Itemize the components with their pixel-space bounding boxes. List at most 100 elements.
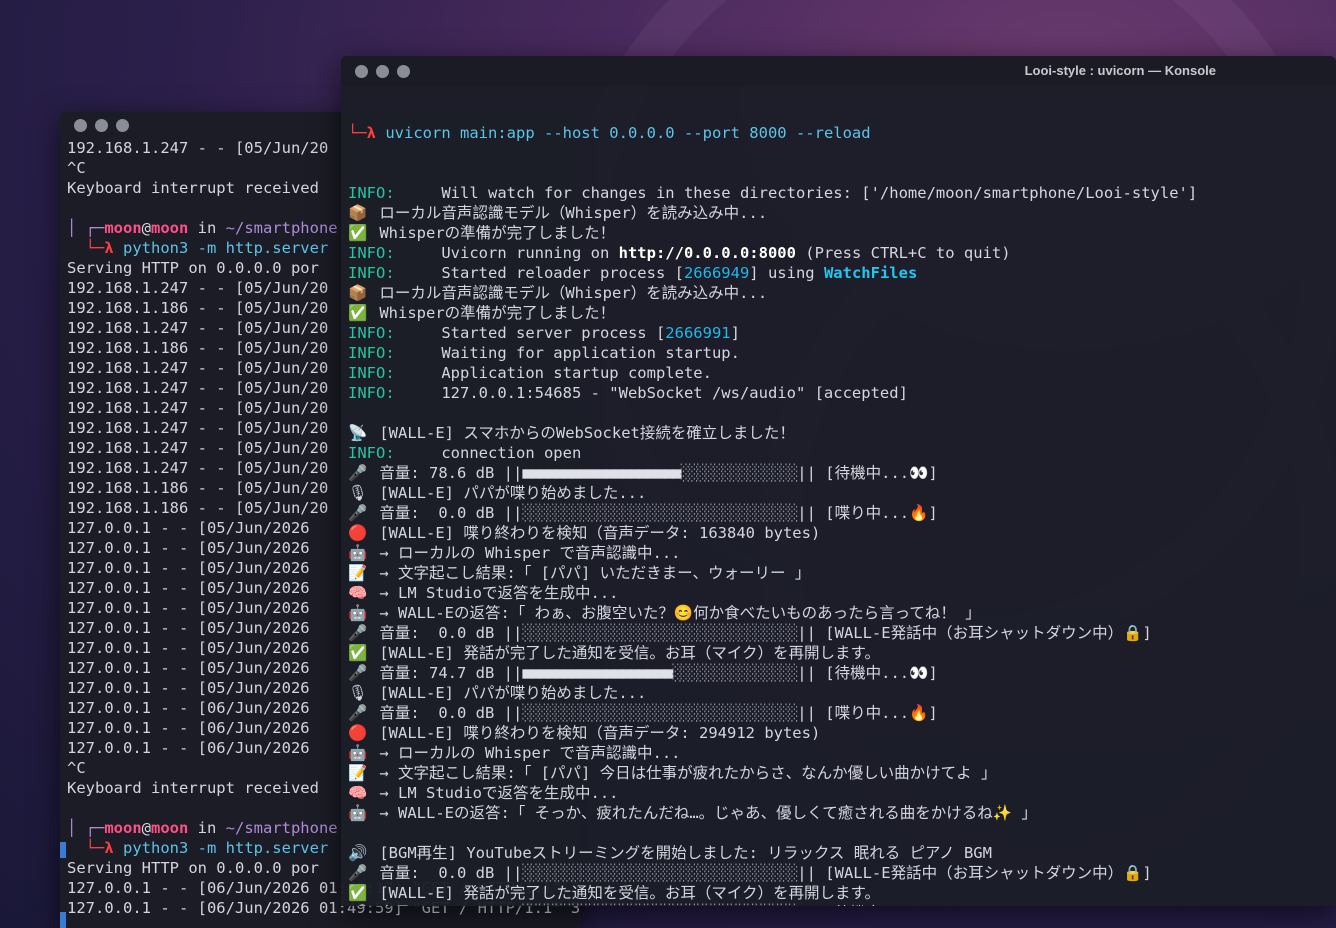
log-icon: 🎤 [348,664,368,682]
close-button[interactable] [355,64,368,78]
log-line: 🎤 音量: 0.0 dB ||░░░░░░░░░░░░░░░░░░░░░░░░░… [348,703,1336,723]
log-line: INFO: 127.0.0.1:54685 - "WebSocket /ws/a… [348,383,1336,403]
log-icon: 📝 [348,564,368,582]
log-text: Whisperの準備が完了しました！ [379,304,616,322]
log-text: [BGM再生] YouTubeストリーミングを開始しました: リラックス 眠れる… [379,844,992,862]
log-icon: 📡 [348,424,368,442]
log-line: ✅ [WALL-E] 発話が完了した通知を受信。お耳（マイク）を再開します。 [348,643,1336,663]
log-icon: 🧠 [348,784,368,802]
log-text: → ローカルの Whisper で音声認識中... [379,744,681,762]
maximize-button[interactable] [116,118,129,132]
process-id: 2666991 [665,324,731,342]
log-text: Application startup complete. [394,364,712,382]
log-line: 🧠 → LM Studioで返答を生成中... [348,783,1336,803]
log-icon: ✅ [348,644,368,662]
log-line: 🎤 音量: 37.8 dB ||░░░░░░░░░░░░░░░░░░░░░░░░… [348,903,1336,906]
prompt-at: @ [141,819,151,837]
log-icon: 🤖 [348,544,368,562]
log-text: Started server process [ [394,324,666,342]
log-line: INFO: connection open [348,443,1336,463]
log-line: INFO: Started reloader process [2666949]… [348,263,1336,283]
log-icon: ✅ [348,224,368,242]
log-text: [WALL-E] スマホからのWebSocket接続を確立しました！ [379,424,795,442]
log-line: 🎤 音量: 0.0 dB ||░░░░░░░░░░░░░░░░░░░░░░░░░… [348,503,1336,523]
log-line: 🤖 → ローカルの Whisper で音声認識中... [348,743,1336,763]
log-icon: 🎤 [348,624,368,642]
info-label: INFO: [348,184,395,202]
process-id: 2666949 [683,264,750,282]
log-icon: 📦 [348,204,368,222]
log-line: 🤖 → WALL-Eの返答:「 そっか、疲れたんだね…。じゃあ、優しくて癒される… [348,803,1336,823]
prompt-lambda: └─λ [67,839,123,857]
log-icon: 🎤 [348,704,368,722]
info-label: INFO: [348,364,395,382]
log-tail: ] using [749,264,824,282]
log-line: ✅ Whisperの準備が完了しました！ [348,303,1336,323]
log-icon: 🎤 [348,464,368,482]
log-text: 音量: 37.8 dB || [379,904,522,906]
log-text: 音量: 0.0 dB || [379,504,523,522]
log-line: 🔊 [BGM再生] YouTubeストリーミングを開始しました: リラックス 眠… [348,843,1336,863]
scrollbar-marker[interactable] [60,842,66,858]
close-button[interactable] [74,118,87,132]
prompt-host: moon [151,219,189,237]
front-titlebar[interactable]: Looi-style : uvicorn — Konsole [341,56,1336,86]
log-icon: 🔴 [348,524,368,542]
log-line: 📡 [WALL-E] スマホからのWebSocket接続を確立しました！ [348,423,1336,443]
log-tail: || [喋り中...🔥] [797,704,938,722]
log-tail: || [待機中...👀] [797,904,937,906]
log-line: 🎤 音量: 78.6 dB ||■■■■■■■■■■■■■■■■■■■░░░░░… [348,463,1336,483]
volume-bar-empty: ░░░░░░░░░░░░░░░░░░░░░░░░░░░░░░░░░ [522,864,798,882]
volume-bar-fill: ■■■■■■■■■■■■■■■■■■ [522,664,673,682]
log-icon: 🎙 [348,484,368,502]
url-link: http://0.0.0.0:8000 [618,244,796,262]
info-label: INFO: [348,384,395,402]
log-text: → LM Studioで返答を生成中... [379,784,619,802]
maximize-button[interactable] [397,64,410,78]
log-text: [WALL-E] 発話が完了した通知を受信。お耳（マイク）を再開します。 [379,644,880,662]
log-line: ✅ Whisperの準備が完了しました！ [348,223,1336,243]
command-line: └─λ uvicorn main:app --host 0.0.0.0 --po… [348,123,1336,143]
log-icon: 🔊 [348,844,368,862]
volume-bar-empty: ░░░░░░░░░░░░░░░░░░░░░░░░░░░░░░░░░ [522,704,798,722]
volume-bar-empty: ░░░░░░░░░░░░░░ [680,464,799,482]
log-text: 音量: 0.0 dB || [379,704,523,722]
front-terminal-output[interactable]: └─λ uvicorn main:app --host 0.0.0.0 --po… [341,83,1336,906]
log-text: ローカル音声認識モデル（Whisper）を読み込み中... [379,284,768,302]
log-icon: 🧠 [348,584,368,602]
log-line: 🎙 [WALL-E] パパが喋り始めました... [348,683,1336,703]
watcher-name: WatchFiles [823,264,918,282]
log-tail: ] [730,324,740,342]
log-line: 🎤 音量: 74.7 dB ||■■■■■■■■■■■■■■■■■■░░░░░░… [348,663,1336,683]
log-text: [WALL-E] 発話が完了した通知を受信。お耳（マイク）を再開します。 [379,884,880,902]
minimize-button[interactable] [376,64,389,78]
log-line: 🔴 [WALL-E] 喋り終わりを検知（音声データ: 294912 bytes) [348,723,1336,743]
log-text: 音量: 74.7 dB || [379,664,523,682]
log-icon: 🤖 [348,804,368,822]
log-line: INFO: Uvicorn running on http://0.0.0.0:… [348,243,1336,263]
prompt-user: moon [104,819,142,837]
log-text: 127.0.0.1:54685 - "WebSocket /ws/audio" … [394,384,908,402]
log-text: → ローカルの Whisper で音声認識中... [379,544,681,562]
log-icon: 🤖 [348,604,368,622]
log-text: connection open [394,444,582,462]
prompt-bracket: │ ┌─ [67,819,105,837]
prompt-user: moon [104,219,142,237]
volume-bar-fill: ■■■■■■■■■■■■■■■■■■■ [522,464,681,482]
log-line: INFO: Waiting for application startup. [348,343,1336,363]
front-terminal-window[interactable]: Looi-style : uvicorn — Konsole └─λ uvico… [341,56,1336,906]
info-label: INFO: [348,344,395,362]
prompt-in: in [188,819,226,837]
log-icon: 🎤 [348,504,368,522]
log-text: Waiting for application startup. [394,344,740,362]
minimize-button[interactable] [95,118,108,132]
log-icon: 🔴 [348,724,368,742]
command-text: python3 -m http.server [123,239,329,257]
log-line: 🎙 [WALL-E] パパが喋り始めました... [348,483,1336,503]
log-line: INFO: Application startup complete. [348,363,1336,383]
log-tail: || [WALL-E発話中（お耳シャットダウン中）🔒] [797,624,1152,642]
scrollbar-marker-2[interactable] [60,912,66,928]
log-icon: 🎤 [348,903,370,906]
info-label: INFO: [348,244,395,262]
